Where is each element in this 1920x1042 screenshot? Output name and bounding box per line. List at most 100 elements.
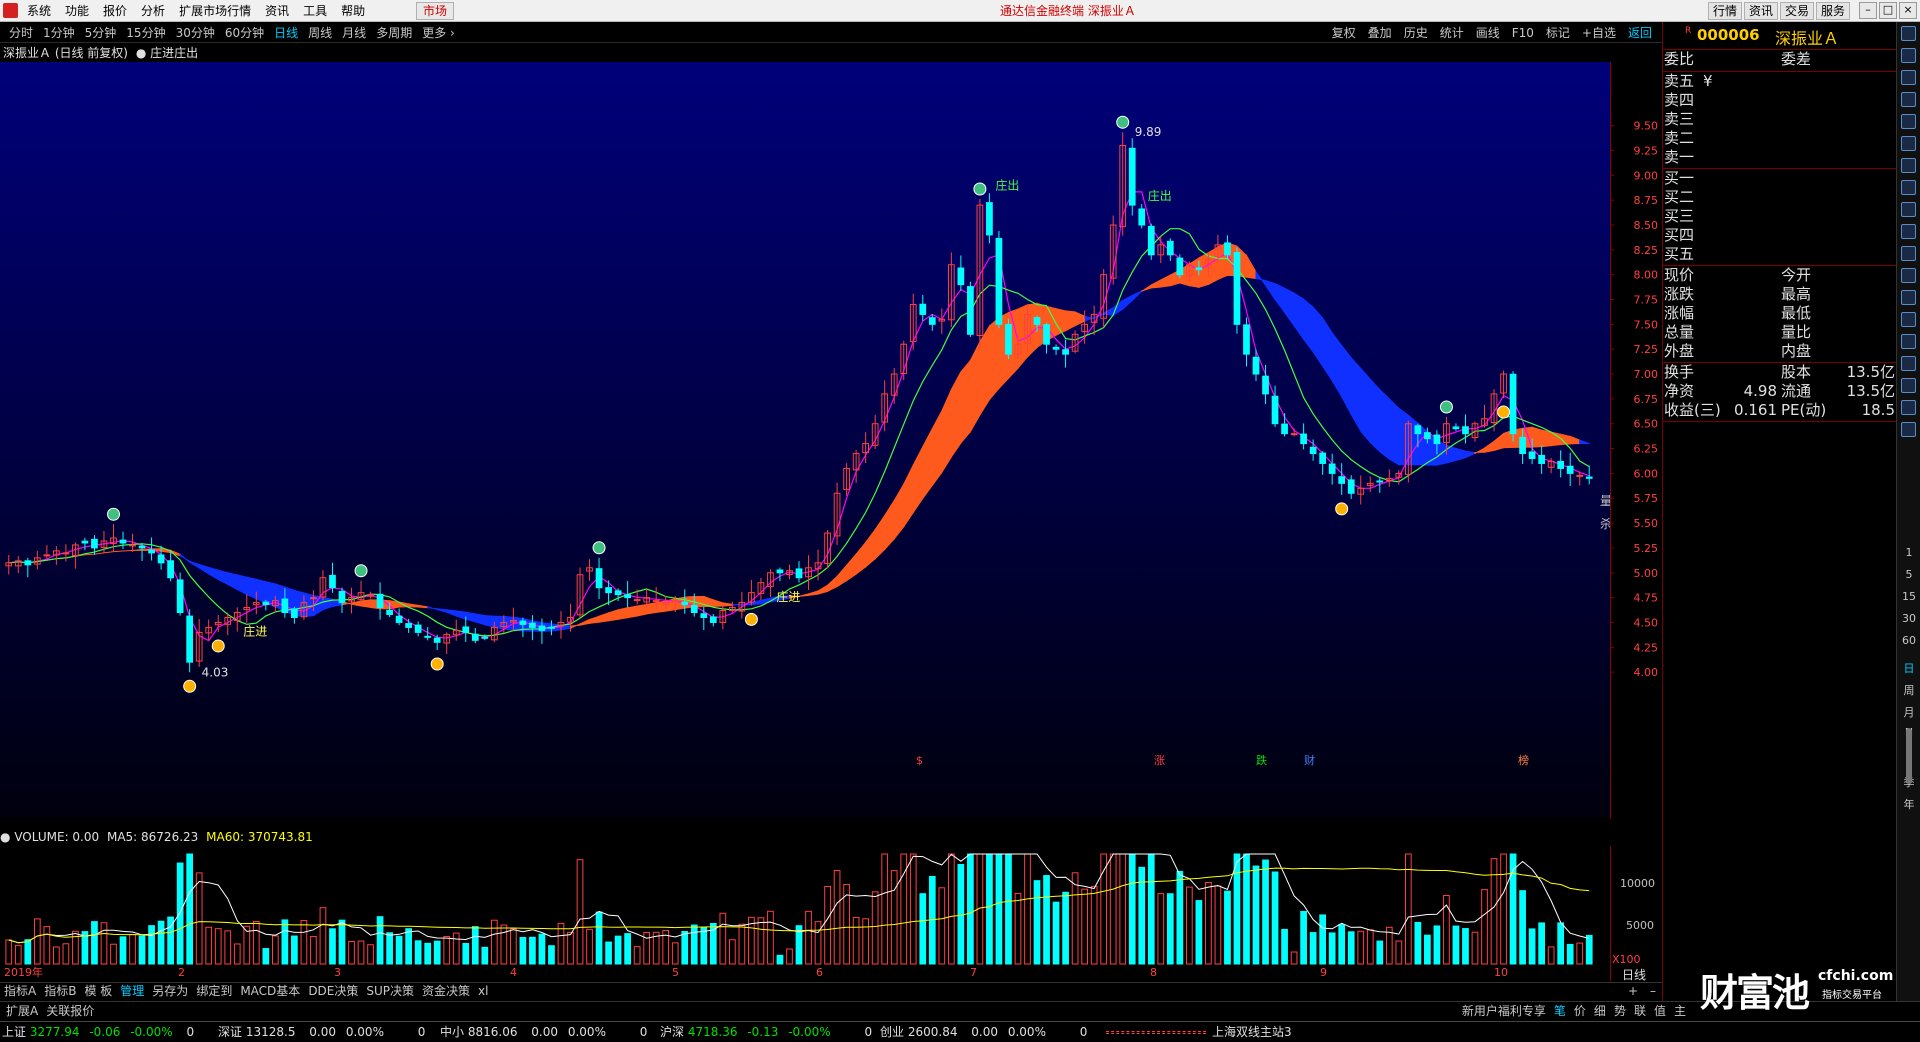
index-shenzhen[interactable]: 深证 13128.5 0.00 0.00% 0 — [218, 1023, 425, 1042]
tab-main[interactable]: 主 — [1670, 1003, 1690, 1019]
menu-tools[interactable]: 工具 — [298, 3, 336, 19]
tool-adjust[interactable]: 复权 — [1326, 25, 1362, 41]
volume-chart[interactable]: 10000 5000 X100 2019年 2 3 4 5 6 7 8 9 10 日线 — [0, 846, 1662, 981]
table-icon[interactable] — [1901, 136, 1916, 151]
period-more[interactable]: 更多 › — [417, 25, 460, 41]
tab-save-as[interactable]: 另存为 — [148, 983, 192, 1000]
price-chart[interactable]: 庄进庄进庄出庄出 9.89 4.03 量 杀 $ 涨跌财榜 — [0, 62, 1610, 819]
menu-system[interactable]: 系统 — [22, 3, 60, 19]
trade-button[interactable]: 交易 — [1779, 2, 1814, 20]
chart-icon[interactable] — [1901, 158, 1916, 173]
period-15-label[interactable]: 15 — [1897, 590, 1920, 603]
period-monthly[interactable]: 月线 — [337, 25, 371, 41]
tab-trend[interactable]: 势 — [1610, 1003, 1630, 1019]
list-icon[interactable] — [1901, 114, 1916, 129]
magnifier-icon[interactable] — [1901, 334, 1916, 349]
period-multi[interactable]: 多周期 — [371, 25, 417, 41]
tab-fund[interactable]: 资金决策 — [418, 983, 474, 1000]
tool-draw[interactable]: 画线 — [1470, 25, 1506, 41]
service-button[interactable]: 服务 — [1815, 2, 1850, 20]
index-hs300[interactable]: 沪深 4718.36 -0.13 -0.00% 0 — [660, 1023, 872, 1042]
tool-add-favorite[interactable]: +自选 — [1576, 25, 1622, 41]
buy3-row[interactable]: 买三 — [1663, 207, 1897, 226]
minute-icon[interactable] — [1901, 180, 1916, 195]
sell3-row[interactable]: 卖三 — [1663, 110, 1897, 129]
buy5-row[interactable]: 买五 — [1663, 245, 1897, 264]
tab-indicator-b[interactable]: 指标B — [40, 983, 80, 1000]
tab-detail[interactable]: 细 — [1590, 1003, 1610, 1019]
period-year-label[interactable]: 年 — [1897, 796, 1920, 812]
scrollbar-thumb[interactable] — [1906, 728, 1912, 784]
grid-icon[interactable] — [1901, 92, 1916, 107]
eraser-icon[interactable] — [1901, 422, 1916, 437]
minimize-button[interactable]: – — [1859, 2, 1877, 19]
tab-indicator-a[interactable]: 指标A — [0, 983, 40, 1000]
cross-icon[interactable] — [1901, 356, 1916, 371]
tool-back[interactable]: 返回 — [1622, 25, 1658, 41]
index-shanghai[interactable]: 上证 3277.94 -0.06 -0.00% 0 — [2, 1023, 194, 1042]
rsi-icon[interactable] — [1901, 312, 1916, 327]
buy2-row[interactable]: 买二 — [1663, 188, 1897, 207]
buy1-row[interactable]: 买一 — [1663, 169, 1897, 188]
detail-icon[interactable] — [1901, 202, 1916, 217]
arrow-up-icon[interactable] — [1901, 26, 1916, 41]
period-30min[interactable]: 30分钟 — [171, 25, 220, 41]
server-name[interactable]: 上海双线主站3 — [1212, 1023, 1292, 1042]
news-icon[interactable] — [1901, 246, 1916, 261]
f10-icon[interactable] — [1901, 224, 1916, 239]
settings-icon[interactable] — [1901, 400, 1916, 415]
period-15min[interactable]: 15分钟 — [121, 25, 170, 41]
period-month-label[interactable]: 月 — [1897, 704, 1920, 720]
tab-related-quote[interactable]: 关联报价 — [42, 1003, 98, 1019]
period-1-label[interactable]: 1 — [1897, 546, 1920, 559]
buy4-row[interactable]: 买四 — [1663, 226, 1897, 245]
tab-extended-a[interactable]: 扩展A — [2, 1003, 42, 1019]
index-chinext[interactable]: 创业 2600.84 0.00 0.00% 0 — [880, 1023, 1087, 1042]
index-sme[interactable]: 中小 8816.06 0.00 0.00% 0 — [440, 1023, 647, 1042]
sell1-row[interactable]: 卖一 — [1663, 148, 1897, 167]
menu-function[interactable]: 功能 — [60, 3, 98, 19]
period-5-label[interactable]: 5 — [1897, 568, 1920, 581]
zoom-icon[interactable] — [1901, 290, 1916, 305]
tab-xl[interactable]: xl — [474, 983, 492, 1000]
tool-mark[interactable]: 标记 — [1540, 25, 1576, 41]
menu-analysis[interactable]: 分析 — [136, 3, 174, 19]
tab-new-user[interactable]: 新用户福利专享 — [1458, 1003, 1550, 1019]
menu-help[interactable]: 帮助 — [336, 3, 374, 19]
tab-sup[interactable]: SUP决策 — [362, 983, 418, 1000]
period-timeshare[interactable]: 分时 — [4, 25, 38, 41]
period-day-label[interactable]: 日 — [1897, 660, 1920, 676]
tab-bind-to[interactable]: 绑定到 — [192, 983, 236, 1000]
tool-history[interactable]: 历史 — [1398, 25, 1434, 41]
period-5min[interactable]: 5分钟 — [80, 25, 122, 41]
close-button[interactable]: × — [1899, 2, 1917, 19]
menu-extended-market[interactable]: 扩展市场行情 — [174, 3, 260, 19]
quote-button[interactable]: 行情 — [1707, 2, 1742, 20]
menu-quote[interactable]: 报价 — [98, 3, 136, 19]
kline-icon[interactable] — [1901, 268, 1916, 283]
period-60-label[interactable]: 60 — [1897, 634, 1920, 647]
tab-macd[interactable]: MACD基本 — [236, 983, 304, 1000]
tool-f10[interactable]: F10 — [1506, 25, 1540, 41]
arrow-down-icon[interactable] — [1901, 70, 1916, 85]
tool-stats[interactable]: 统计 — [1434, 25, 1470, 41]
period-30-label[interactable]: 30 — [1897, 612, 1920, 625]
tab-price[interactable]: 价 — [1570, 1003, 1590, 1019]
menu-news[interactable]: 资讯 — [260, 3, 298, 19]
tab-bi[interactable]: 笔 — [1550, 1003, 1570, 1019]
tab-link[interactable]: 联 — [1630, 1003, 1650, 1019]
sell5-row[interactable]: 卖五 ¥ — [1663, 72, 1897, 91]
indicator-name[interactable]: 庄进庄出 — [150, 46, 198, 60]
period-daily[interactable]: 日线 — [269, 25, 303, 41]
news-button[interactable]: 资讯 — [1743, 2, 1778, 20]
arrow-down-icon[interactable] — [1901, 48, 1916, 63]
sell2-row[interactable]: 卖二 — [1663, 129, 1897, 148]
zoom-out-button[interactable]: – — [1644, 983, 1662, 1000]
pen-icon[interactable] — [1901, 378, 1916, 393]
period-1min[interactable]: 1分钟 — [38, 25, 80, 41]
maximize-button[interactable]: □ — [1879, 2, 1897, 19]
period-weekly[interactable]: 周线 — [303, 25, 337, 41]
sell4-row[interactable]: 卖四 — [1663, 91, 1897, 110]
tool-overlay[interactable]: 叠加 — [1362, 25, 1398, 41]
tab-manage[interactable]: 管理 — [116, 983, 148, 1000]
